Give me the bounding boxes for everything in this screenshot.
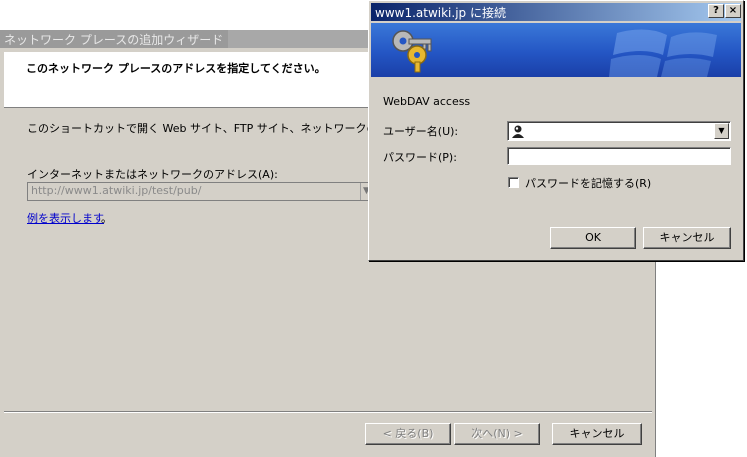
avatar-icon xyxy=(512,125,524,138)
realm-text: WebDAV access xyxy=(383,95,471,108)
dialog-title: www1.atwiki.jp に接続 xyxy=(371,3,741,21)
keys-icon xyxy=(392,30,432,73)
address-label: インターネットまたはネットワークのアドレス(A): xyxy=(27,168,278,181)
wizard-cancel-button[interactable]: キャンセル xyxy=(552,423,642,445)
ok-button[interactable]: OK xyxy=(550,227,636,249)
password-label: パスワード(P): xyxy=(383,151,457,164)
login-dialog: www1.atwiki.jp に接続 ? × WebDAV access ユーザ… xyxy=(368,0,744,261)
close-button[interactable]: × xyxy=(725,4,741,18)
dialog-banner xyxy=(371,23,741,77)
windows-flag-watermark-icon xyxy=(609,29,717,77)
address-input[interactable]: http://www1.atwiki.jp/test/pub/ xyxy=(27,182,372,201)
example-period: 。 xyxy=(101,212,112,225)
username-combobox[interactable]: ▼ xyxy=(507,121,731,141)
password-field[interactable] xyxy=(507,147,731,165)
username-label: ユーザー名(U): xyxy=(383,125,459,138)
wizard-title: ネットワーク プレースの追加ウィザード xyxy=(0,30,228,48)
next-button[interactable]: 次へ(N) > xyxy=(454,423,540,445)
button-separator xyxy=(4,411,652,413)
remember-password-label[interactable]: パスワードを記憶する(R) xyxy=(525,175,651,191)
dialog-cancel-button[interactable]: キャンセル xyxy=(643,227,731,249)
show-examples-link[interactable]: 例を表示します xyxy=(27,210,104,226)
remember-password-checkbox[interactable] xyxy=(508,177,519,188)
back-button[interactable]: < 戻る(B) xyxy=(365,423,451,445)
help-button[interactable]: ? xyxy=(708,4,724,18)
wizard-heading: このネットワーク プレースのアドレスを指定してください。 xyxy=(26,62,326,75)
dropdown-arrow-icon[interactable]: ▼ xyxy=(714,123,729,139)
